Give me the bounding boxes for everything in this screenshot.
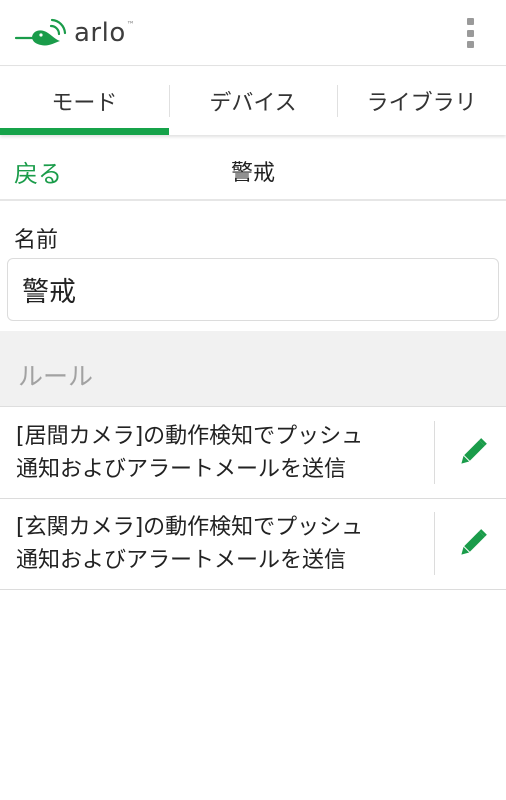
page-title: 警戒 <box>230 161 275 186</box>
rule-text-line: 通知およびアラートメールを送信 <box>16 457 347 482</box>
sub-header: 戻る 警戒 <box>0 141 506 201</box>
logo-wordmark: arlo <box>74 18 126 48</box>
logo-trademark: ™ <box>126 20 135 29</box>
name-input[interactable] <box>7 258 499 321</box>
arlo-bird-icon <box>14 18 67 46</box>
main-tabs: モード デバイス ライブラリ <box>0 67 506 135</box>
name-label: 名前 <box>14 228 59 253</box>
rule-item: [居間カメラ]の動作検知でプッシュ 通知およびアラートメールを送信 <box>0 408 506 499</box>
edit-rule-button[interactable] <box>454 526 490 562</box>
rule-text-line: [居間カメラ]の動作検知でプッシュ <box>16 424 364 449</box>
rule-text-line: 通知およびアラートメールを送信 <box>16 548 347 573</box>
rules-title: ルール <box>18 362 94 391</box>
divider <box>434 421 435 484</box>
rule-item: [玄関カメラ]の動作検知でプッシュ 通知およびアラートメールを送信 <box>0 499 506 590</box>
tab-library[interactable]: ライブラリ <box>337 67 506 135</box>
app-bar: arlo ™ <box>0 0 506 66</box>
tab-devices[interactable]: デバイス <box>168 67 338 135</box>
overflow-menu-icon[interactable] <box>460 18 480 48</box>
rule-text-line: [玄関カメラ]の動作検知でプッシュ <box>16 515 364 540</box>
rule-description: [玄関カメラ]の動作検知でプッシュ 通知およびアラートメールを送信 <box>16 511 416 577</box>
edit-rule-button[interactable] <box>454 435 490 471</box>
pencil-icon <box>461 438 487 464</box>
arlo-logo: arlo ™ <box>14 14 135 54</box>
rules-section-header: ルール <box>0 331 506 407</box>
rule-description: [居間カメラ]の動作検知でプッシュ 通知およびアラートメールを送信 <box>16 420 416 486</box>
tab-mode[interactable]: モード <box>0 67 169 135</box>
divider <box>434 512 435 575</box>
pencil-icon <box>461 529 487 555</box>
